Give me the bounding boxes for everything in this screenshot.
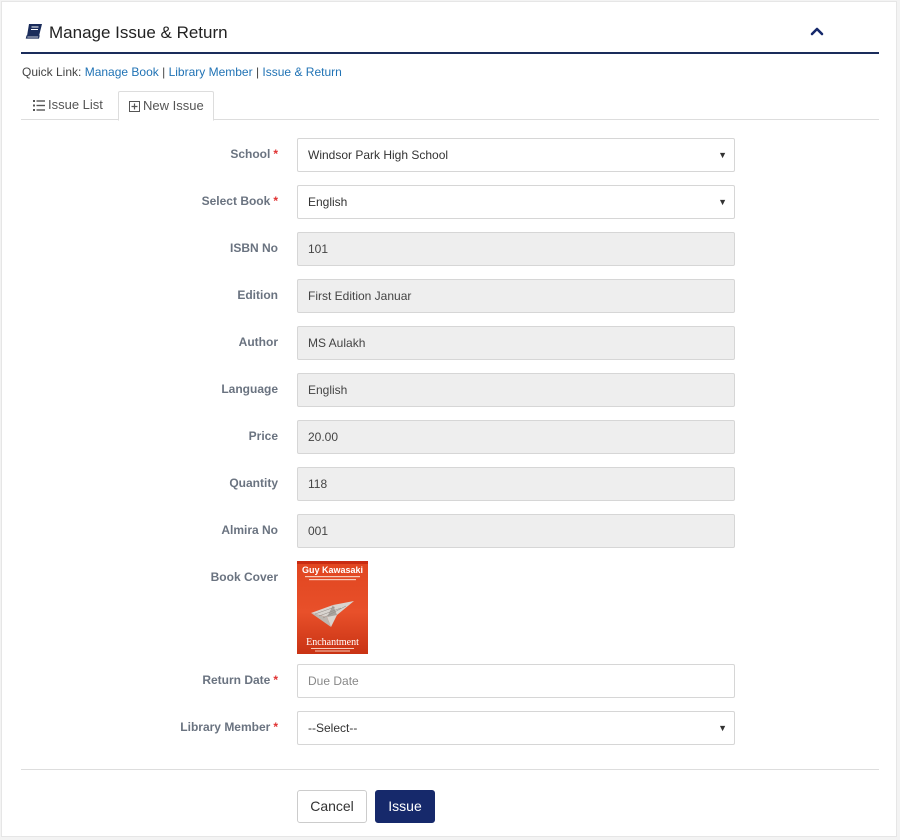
isbn-row: ISBN No 101 (2, 232, 900, 266)
language-label: Language (221, 382, 278, 396)
issue-button[interactable]: Issue (375, 790, 435, 823)
book-select[interactable]: English ▼ (297, 185, 735, 219)
school-select[interactable]: Windsor Park High School ▼ (297, 138, 735, 172)
tab-label: Issue List (48, 97, 103, 112)
almira-row: Almira No 001 (2, 514, 900, 548)
form-divider (21, 769, 879, 770)
quick-link-issue-return[interactable]: Issue & Return (262, 65, 341, 79)
main-panel: Manage Issue & Return Quick Link: Manage… (1, 1, 897, 837)
quick-link-separator: | (162, 65, 166, 79)
book-row: Select Book * English ▼ (2, 185, 900, 219)
quick-link-manage-book[interactable]: Manage Book (85, 65, 159, 79)
library-member-label-text: Library Member (180, 720, 271, 734)
library-member-select[interactable]: --Select-- ▼ (297, 711, 735, 745)
quick-link-separator: | (255, 65, 260, 79)
quick-links: Quick Link: Manage Book | Library Member… (22, 65, 342, 79)
quick-link-library-member[interactable]: Library Member (169, 65, 253, 79)
school-row: School * Windsor Park High School ▼ (2, 138, 900, 172)
book-label-text: Select Book (201, 194, 271, 208)
panel-header: Manage Issue & Return (21, 12, 879, 54)
library-member-row: Library Member * --Select-- ▼ (2, 711, 900, 745)
school-label-text: School (230, 147, 271, 161)
book-icon (25, 23, 43, 39)
caret-down-icon: ▼ (718, 150, 727, 160)
cover-author: Guy Kawasaki (302, 565, 363, 575)
chevron-up-icon[interactable] (809, 24, 825, 38)
library-member-value: --Select-- (308, 721, 358, 735)
page-title: Manage Issue & Return (49, 23, 228, 42)
library-member-label: Library Member * (180, 720, 278, 734)
language-row: Language English (2, 373, 900, 407)
book-cover-image: Guy Kawasaki Enchantment (297, 561, 368, 654)
author-field: MS Aulakh (297, 326, 735, 360)
required-mark: * (273, 194, 278, 208)
author-label: Author (238, 335, 278, 349)
return-date-label-text: Return Date (202, 673, 271, 687)
edition-row: Edition First Edition Januar (2, 279, 900, 313)
school-value: Windsor Park High School (308, 148, 449, 162)
almira-field: 001 (297, 514, 735, 548)
price-label: Price (248, 429, 278, 443)
school-label: School * (230, 147, 278, 161)
return-date-input[interactable] (308, 666, 724, 696)
quantity-field: 118 (297, 467, 735, 501)
plus-square-icon (129, 101, 140, 112)
return-date-field[interactable] (297, 664, 735, 698)
list-icon (33, 100, 45, 111)
required-mark: * (273, 720, 278, 734)
book-value: English (308, 195, 348, 209)
return-date-row: Return Date * (2, 664, 900, 698)
price-field: 20.00 (297, 420, 735, 454)
price-row: Price 20.00 (2, 420, 900, 454)
quantity-label: Quantity (229, 476, 278, 490)
quick-links-label: Quick Link: (22, 65, 82, 79)
edition-field: First Edition Januar (297, 279, 735, 313)
edition-label: Edition (237, 288, 278, 302)
tab-bar: Issue List New Issue (21, 91, 879, 121)
language-field: English (297, 373, 735, 407)
author-row: Author MS Aulakh (2, 326, 900, 360)
book-label: Select Book * (202, 194, 278, 208)
quantity-row: Quantity 118 (2, 467, 900, 501)
isbn-field: 101 (297, 232, 735, 266)
isbn-label: ISBN No (230, 241, 278, 255)
caret-down-icon: ▼ (718, 197, 727, 207)
cancel-button[interactable]: Cancel (297, 790, 367, 823)
required-mark: * (273, 673, 278, 687)
cover-label: Book Cover (210, 570, 278, 584)
tab-label: New Issue (143, 98, 204, 113)
return-date-label: Return Date * (202, 673, 278, 687)
cover-title: Enchantment (306, 637, 359, 648)
almira-label: Almira No (221, 523, 278, 537)
tab-new-issue[interactable]: New Issue (118, 91, 214, 121)
tab-issue-list[interactable]: Issue List (23, 91, 112, 120)
cover-row: Book Cover (2, 561, 900, 595)
required-mark: * (273, 147, 278, 161)
caret-down-icon: ▼ (718, 723, 727, 733)
